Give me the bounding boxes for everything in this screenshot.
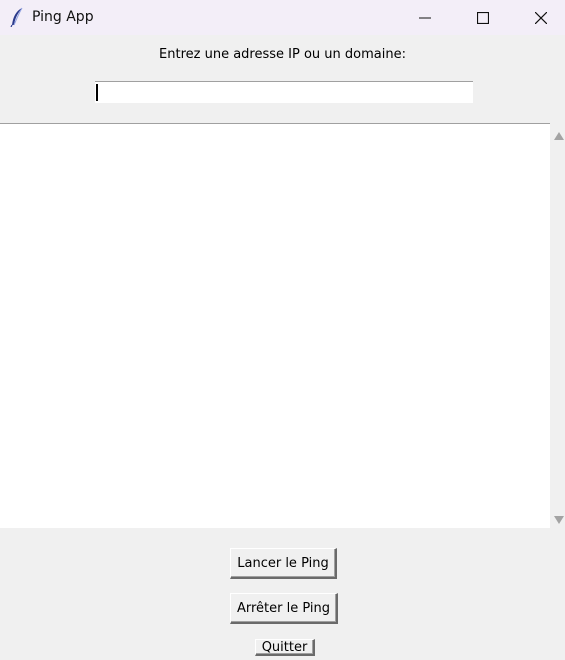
scroll-down-arrow-icon[interactable] [554,513,564,524]
feather-icon [9,7,25,28]
window-title: Ping App [32,9,94,25]
address-prompt-label: Entrez une adresse IP ou un domaine: [159,47,406,62]
address-input[interactable] [95,81,473,103]
text-cursor [96,84,98,101]
ping-output-text[interactable] [0,123,550,528]
minimize-button[interactable] [396,0,454,35]
maximize-button[interactable] [454,0,512,35]
start-ping-button[interactable]: Lancer le Ping [230,548,337,579]
close-button[interactable] [512,0,565,35]
scroll-up-arrow-icon[interactable] [554,129,564,140]
output-scrollbar[interactable] [551,123,565,528]
stop-ping-button[interactable]: Arrêter le Ping [230,593,338,624]
title-bar[interactable]: Ping App [0,0,565,35]
quit-button[interactable]: Quitter [255,639,315,656]
